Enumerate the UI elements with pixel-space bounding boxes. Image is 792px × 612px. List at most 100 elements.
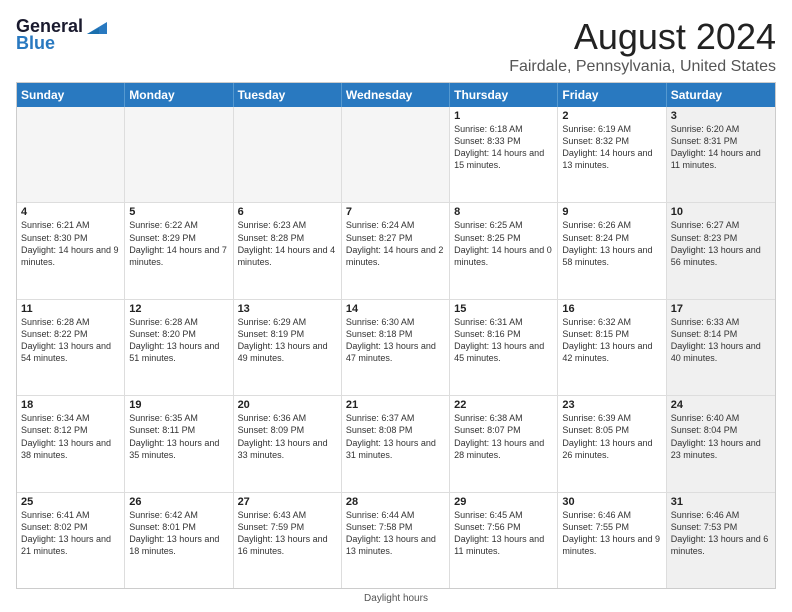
- empty-cell: [342, 107, 450, 202]
- day-number: 17: [671, 303, 771, 315]
- day-cell-7: 7Sunrise: 6:24 AM Sunset: 8:27 PM Daylig…: [342, 203, 450, 298]
- day-cell-13: 13Sunrise: 6:29 AM Sunset: 8:19 PM Dayli…: [234, 300, 342, 395]
- day-info: Sunrise: 6:36 AM Sunset: 8:09 PM Dayligh…: [238, 412, 337, 461]
- day-number: 11: [21, 303, 120, 315]
- day-number: 6: [238, 206, 337, 218]
- page: General Blue August 2024 Fairdale, Penns…: [0, 0, 792, 612]
- calendar: SundayMondayTuesdayWednesdayThursdayFrid…: [16, 82, 776, 589]
- day-header-wednesday: Wednesday: [342, 83, 450, 107]
- logo-icon: [85, 18, 107, 36]
- empty-cell: [234, 107, 342, 202]
- day-info: Sunrise: 6:22 AM Sunset: 8:29 PM Dayligh…: [129, 219, 228, 268]
- day-header-saturday: Saturday: [667, 83, 775, 107]
- day-number: 2: [562, 110, 661, 122]
- day-info: Sunrise: 6:34 AM Sunset: 8:12 PM Dayligh…: [21, 412, 120, 461]
- day-cell-12: 12Sunrise: 6:28 AM Sunset: 8:20 PM Dayli…: [125, 300, 233, 395]
- day-cell-31: 31Sunrise: 6:46 AM Sunset: 7:53 PM Dayli…: [667, 493, 775, 588]
- title-section: August 2024 Fairdale, Pennsylvania, Unit…: [509, 16, 776, 76]
- day-number: 24: [671, 399, 771, 411]
- day-info: Sunrise: 6:40 AM Sunset: 8:04 PM Dayligh…: [671, 412, 771, 461]
- footer-note: Daylight hours: [16, 593, 776, 604]
- day-cell-27: 27Sunrise: 6:43 AM Sunset: 7:59 PM Dayli…: [234, 493, 342, 588]
- empty-cell: [125, 107, 233, 202]
- day-cell-20: 20Sunrise: 6:36 AM Sunset: 8:09 PM Dayli…: [234, 396, 342, 491]
- day-info: Sunrise: 6:28 AM Sunset: 8:20 PM Dayligh…: [129, 316, 228, 365]
- day-number: 23: [562, 399, 661, 411]
- day-number: 26: [129, 496, 228, 508]
- day-number: 14: [346, 303, 445, 315]
- day-info: Sunrise: 6:45 AM Sunset: 7:56 PM Dayligh…: [454, 509, 553, 558]
- day-cell-28: 28Sunrise: 6:44 AM Sunset: 7:58 PM Dayli…: [342, 493, 450, 588]
- day-info: Sunrise: 6:24 AM Sunset: 8:27 PM Dayligh…: [346, 219, 445, 268]
- day-info: Sunrise: 6:39 AM Sunset: 8:05 PM Dayligh…: [562, 412, 661, 461]
- header: General Blue August 2024 Fairdale, Penns…: [16, 16, 776, 76]
- day-number: 21: [346, 399, 445, 411]
- day-cell-4: 4Sunrise: 6:21 AM Sunset: 8:30 PM Daylig…: [17, 203, 125, 298]
- main-title: August 2024: [509, 16, 776, 58]
- day-number: 27: [238, 496, 337, 508]
- week-row-2: 4Sunrise: 6:21 AM Sunset: 8:30 PM Daylig…: [17, 203, 775, 299]
- day-number: 1: [454, 110, 553, 122]
- logo: General Blue: [16, 16, 107, 54]
- day-info: Sunrise: 6:32 AM Sunset: 8:15 PM Dayligh…: [562, 316, 661, 365]
- day-cell-24: 24Sunrise: 6:40 AM Sunset: 8:04 PM Dayli…: [667, 396, 775, 491]
- day-cell-17: 17Sunrise: 6:33 AM Sunset: 8:14 PM Dayli…: [667, 300, 775, 395]
- day-number: 12: [129, 303, 228, 315]
- day-number: 7: [346, 206, 445, 218]
- day-number: 20: [238, 399, 337, 411]
- calendar-body: 1Sunrise: 6:18 AM Sunset: 8:33 PM Daylig…: [17, 107, 775, 588]
- day-info: Sunrise: 6:20 AM Sunset: 8:31 PM Dayligh…: [671, 123, 771, 172]
- day-info: Sunrise: 6:29 AM Sunset: 8:19 PM Dayligh…: [238, 316, 337, 365]
- day-info: Sunrise: 6:26 AM Sunset: 8:24 PM Dayligh…: [562, 219, 661, 268]
- day-number: 9: [562, 206, 661, 218]
- day-info: Sunrise: 6:46 AM Sunset: 7:53 PM Dayligh…: [671, 509, 771, 558]
- day-header-monday: Monday: [125, 83, 233, 107]
- day-number: 15: [454, 303, 553, 315]
- day-info: Sunrise: 6:46 AM Sunset: 7:55 PM Dayligh…: [562, 509, 661, 558]
- day-cell-26: 26Sunrise: 6:42 AM Sunset: 8:01 PM Dayli…: [125, 493, 233, 588]
- day-cell-3: 3Sunrise: 6:20 AM Sunset: 8:31 PM Daylig…: [667, 107, 775, 202]
- week-row-3: 11Sunrise: 6:28 AM Sunset: 8:22 PM Dayli…: [17, 300, 775, 396]
- day-cell-11: 11Sunrise: 6:28 AM Sunset: 8:22 PM Dayli…: [17, 300, 125, 395]
- day-info: Sunrise: 6:38 AM Sunset: 8:07 PM Dayligh…: [454, 412, 553, 461]
- day-info: Sunrise: 6:18 AM Sunset: 8:33 PM Dayligh…: [454, 123, 553, 172]
- day-cell-14: 14Sunrise: 6:30 AM Sunset: 8:18 PM Dayli…: [342, 300, 450, 395]
- day-cell-19: 19Sunrise: 6:35 AM Sunset: 8:11 PM Dayli…: [125, 396, 233, 491]
- day-info: Sunrise: 6:44 AM Sunset: 7:58 PM Dayligh…: [346, 509, 445, 558]
- day-number: 5: [129, 206, 228, 218]
- day-number: 8: [454, 206, 553, 218]
- logo-blue: Blue: [16, 33, 55, 54]
- day-number: 16: [562, 303, 661, 315]
- day-number: 4: [21, 206, 120, 218]
- day-cell-15: 15Sunrise: 6:31 AM Sunset: 8:16 PM Dayli…: [450, 300, 558, 395]
- day-info: Sunrise: 6:21 AM Sunset: 8:30 PM Dayligh…: [21, 219, 120, 268]
- day-cell-2: 2Sunrise: 6:19 AM Sunset: 8:32 PM Daylig…: [558, 107, 666, 202]
- day-cell-9: 9Sunrise: 6:26 AM Sunset: 8:24 PM Daylig…: [558, 203, 666, 298]
- day-cell-5: 5Sunrise: 6:22 AM Sunset: 8:29 PM Daylig…: [125, 203, 233, 298]
- day-header-tuesday: Tuesday: [234, 83, 342, 107]
- day-header-friday: Friday: [558, 83, 666, 107]
- day-cell-21: 21Sunrise: 6:37 AM Sunset: 8:08 PM Dayli…: [342, 396, 450, 491]
- day-cell-29: 29Sunrise: 6:45 AM Sunset: 7:56 PM Dayli…: [450, 493, 558, 588]
- week-row-1: 1Sunrise: 6:18 AM Sunset: 8:33 PM Daylig…: [17, 107, 775, 203]
- day-info: Sunrise: 6:35 AM Sunset: 8:11 PM Dayligh…: [129, 412, 228, 461]
- day-info: Sunrise: 6:43 AM Sunset: 7:59 PM Dayligh…: [238, 509, 337, 558]
- day-number: 3: [671, 110, 771, 122]
- day-number: 19: [129, 399, 228, 411]
- day-number: 10: [671, 206, 771, 218]
- day-info: Sunrise: 6:27 AM Sunset: 8:23 PM Dayligh…: [671, 219, 771, 268]
- day-header-thursday: Thursday: [450, 83, 558, 107]
- day-info: Sunrise: 6:37 AM Sunset: 8:08 PM Dayligh…: [346, 412, 445, 461]
- day-number: 28: [346, 496, 445, 508]
- week-row-4: 18Sunrise: 6:34 AM Sunset: 8:12 PM Dayli…: [17, 396, 775, 492]
- day-cell-25: 25Sunrise: 6:41 AM Sunset: 8:02 PM Dayli…: [17, 493, 125, 588]
- subtitle: Fairdale, Pennsylvania, United States: [509, 58, 776, 76]
- empty-cell: [17, 107, 125, 202]
- day-number: 25: [21, 496, 120, 508]
- day-info: Sunrise: 6:42 AM Sunset: 8:01 PM Dayligh…: [129, 509, 228, 558]
- day-cell-18: 18Sunrise: 6:34 AM Sunset: 8:12 PM Dayli…: [17, 396, 125, 491]
- day-number: 31: [671, 496, 771, 508]
- day-cell-1: 1Sunrise: 6:18 AM Sunset: 8:33 PM Daylig…: [450, 107, 558, 202]
- day-cell-6: 6Sunrise: 6:23 AM Sunset: 8:28 PM Daylig…: [234, 203, 342, 298]
- day-info: Sunrise: 6:25 AM Sunset: 8:25 PM Dayligh…: [454, 219, 553, 268]
